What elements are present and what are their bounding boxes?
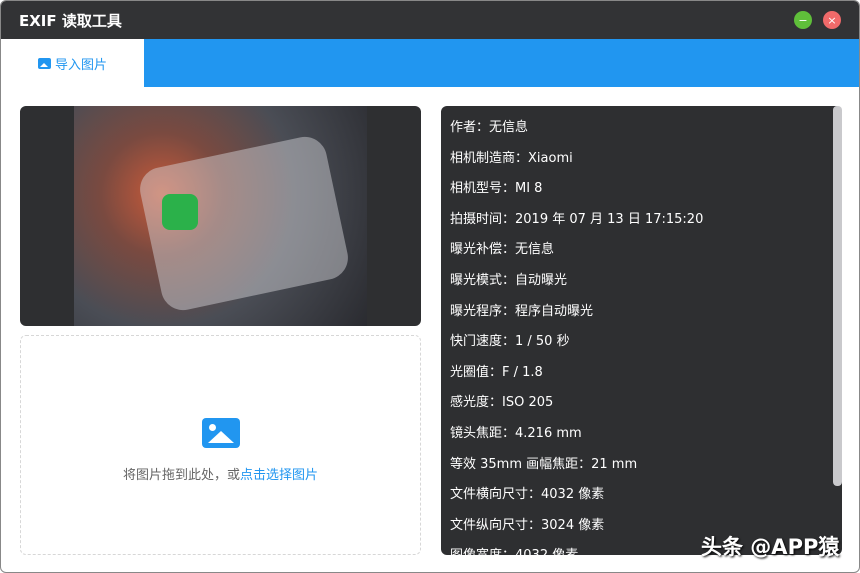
image-upload-icon [201, 417, 240, 448]
preview-photo [74, 106, 367, 326]
exif-row: 作者：无信息 [450, 120, 529, 135]
select-image-link[interactable]: 点击选择图片 [240, 468, 318, 483]
image-icon [37, 57, 51, 69]
app-window: EXIF 读取工具 − × 导入图片 将图片拖到此处，或点击选择图片 作者：无信… [0, 0, 860, 573]
tab-bar: 导入图片 [1, 39, 859, 87]
exif-row: 曝光补偿：无信息 [450, 242, 555, 258]
scrollbar[interactable] [833, 106, 842, 486]
exif-row: 拍摄时间：2019 年 07 月 13 日 17:15:20 [450, 211, 704, 227]
exif-row: 文件横向尺寸：4032 像素 [450, 487, 605, 503]
exif-row: 相机制造商：Xiaomi [450, 150, 573, 166]
watermark: 头条 @APP猿 [701, 535, 840, 559]
title-bar: EXIF 读取工具 [1, 1, 859, 39]
exif-row: 曝光模式：自动曝光 [450, 272, 568, 288]
window-title: EXIF 读取工具 [19, 11, 122, 30]
exif-info-panel: 作者：无信息相机制造商：Xiaomi 相机型号：MI 8 拍摄时间：2019 年 0… [441, 106, 842, 555]
tab-import-image[interactable]: 导入图片 [1, 39, 144, 87]
exif-row: 相机型号：MI 8 [450, 181, 543, 197]
exif-row: 等效 35mm 画幅焦距：21 mm [450, 456, 638, 472]
dropzone-text: 将图片拖到此处，或 [122, 467, 240, 483]
minimize-button[interactable]: − [794, 11, 812, 29]
upload-dropzone[interactable]: 将图片拖到此处，或点击选择图片 [20, 335, 421, 555]
image-preview [20, 106, 421, 326]
exif-row: 光圈值：F / 1.8 [450, 364, 543, 380]
exif-row: 曝光程序：程序自动曝光 [450, 303, 594, 319]
exif-row: 快门速度：1 / 50 秒 [450, 334, 570, 350]
exif-row: 镜头焦距：4.216 mm [450, 425, 582, 441]
close-button[interactable]: × [823, 11, 841, 29]
tab-label: 导入图片 [54, 57, 107, 73]
exif-row: 感光度：ISO 205 [450, 395, 554, 411]
